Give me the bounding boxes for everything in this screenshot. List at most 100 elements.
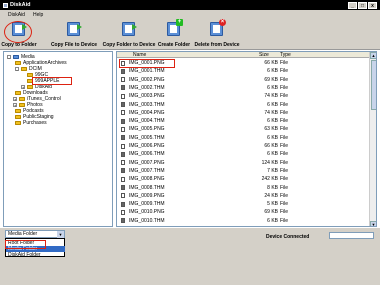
bottom-panel: Media Folder ▼ Root Folder Media Folder … <box>0 228 380 285</box>
device-status-label: Device Connected <box>266 234 310 240</box>
table-row[interactable]: IMG_0005.PNG 63 KB File <box>117 125 376 133</box>
copy-file-to-device-button[interactable]: Copy File to Device <box>47 20 101 49</box>
scroll-down-arrow-icon[interactable]: ▼ <box>370 221 376 226</box>
table-row[interactable]: IMG_0006.THM 6 KB File <box>117 150 376 158</box>
file-type: File <box>280 143 289 149</box>
scroll-up-arrow-icon[interactable]: ▲ <box>370 52 376 59</box>
folder-icon <box>15 121 21 125</box>
window-buttons: _ □ x <box>348 1 377 9</box>
table-row[interactable]: IMG_0010.THM 6 KB File <box>117 217 376 225</box>
table-row[interactable]: IMG_0009.THM 5 KB File <box>117 200 376 208</box>
file-size: 6 KB <box>267 217 278 224</box>
file-name: IMG_0004.PNG <box>129 109 165 116</box>
file-size: 6 KB <box>267 151 278 158</box>
app-icon <box>3 2 8 8</box>
table-row[interactable]: IMG_0005.THM 6 KB File <box>117 134 376 142</box>
file-size: 6 KB <box>267 118 278 125</box>
image-file-icon <box>121 93 125 99</box>
file-name: IMG_0004.THM <box>129 118 165 125</box>
scroll-thumb[interactable] <box>370 60 376 110</box>
highlight-box-list <box>119 59 175 68</box>
table-row[interactable]: IMG_0010.PNG 69 KB File <box>117 208 376 216</box>
file-size: 7 KB <box>267 167 278 174</box>
option-diskaid-folder[interactable]: DiskAid Folder <box>6 252 65 258</box>
folder-icon <box>15 61 21 65</box>
column-header-size[interactable]: Size <box>259 52 269 58</box>
create-folder-icon: + <box>166 19 183 37</box>
tree-item-label: Purchases <box>23 120 47 126</box>
table-row[interactable]: IMG_0009.PNG 24 KB File <box>117 192 376 200</box>
table-row[interactable]: IMG_0002.THM 6 KB File <box>117 84 376 92</box>
highlight-circle <box>4 21 32 43</box>
expand-icon[interactable]: + <box>13 97 17 102</box>
folder-combo-value: Media Folder <box>8 231 38 237</box>
file-size: 242 KB <box>261 176 278 183</box>
thumbnail-file-icon <box>121 218 125 224</box>
table-row[interactable]: IMG_0007.THM 7 KB File <box>117 167 376 175</box>
vertical-scrollbar[interactable]: ▲ ▼ <box>369 52 376 226</box>
file-type: File <box>280 68 289 75</box>
dropdown-arrow-icon[interactable]: ▼ <box>57 231 64 238</box>
collapse-icon[interactable]: - <box>7 55 11 60</box>
menu-help[interactable]: Help <box>33 12 43 18</box>
file-list[interactable]: Name Size Type IMG_0001.PNG 66 KB File IMG_… <box>116 51 377 227</box>
copy-file-to-device-icon <box>66 20 82 37</box>
file-type: File <box>280 118 289 125</box>
file-type: File <box>280 76 289 83</box>
file-name: IMG_0010.PNG <box>129 209 165 216</box>
close-button[interactable]: x <box>368 1 377 9</box>
table-row[interactable]: IMG_0003.PNG 74 KB File <box>117 92 376 100</box>
copy-file-to-device-label: Copy File to Device <box>50 42 98 48</box>
expand-icon[interactable]: + <box>21 85 25 90</box>
file-name: IMG_0009.THM <box>129 201 165 208</box>
file-size: 66 KB <box>264 143 278 149</box>
file-type: File <box>280 151 289 158</box>
table-row[interactable]: IMG_0006.PNG 66 KB File <box>117 142 376 150</box>
copy-folder-to-device-button[interactable]: Copy Folder to Device <box>103 20 155 49</box>
folder-icon <box>21 67 27 71</box>
table-row[interactable]: IMG_0007.PNG 124 KB File <box>117 159 376 167</box>
maximize-button[interactable]: □ <box>358 1 367 9</box>
expand-icon[interactable]: + <box>13 103 17 108</box>
menu-diskaid[interactable]: DiskAid <box>8 12 25 18</box>
table-row[interactable]: IMG_0003.THM 6 KB File <box>117 101 376 109</box>
delete-from-device-icon: × <box>209 19 226 37</box>
image-file-icon <box>121 176 125 182</box>
image-file-icon <box>121 77 125 83</box>
list-header: Name Size Type <box>117 52 376 58</box>
column-header-type[interactable]: Type <box>280 52 291 58</box>
file-name: IMG_0002.PNG <box>129 76 165 83</box>
thumbnail-file-icon <box>121 168 125 174</box>
file-size: 74 KB <box>264 109 278 116</box>
create-folder-button[interactable]: + Create Folder <box>157 19 191 49</box>
file-size: 6 KB <box>267 101 278 108</box>
file-name: IMG_0007.PNG <box>129 159 165 166</box>
file-type: File <box>280 209 289 216</box>
collapse-icon[interactable]: - <box>15 67 19 72</box>
minimize-button[interactable]: _ <box>348 1 357 9</box>
file-size: 8 KB <box>267 184 278 191</box>
thumbnail-file-icon <box>121 68 125 74</box>
table-row[interactable]: IMG_0008.PNG 242 KB File <box>117 175 376 183</box>
highlight-box-tree <box>32 77 72 85</box>
folder-icon <box>15 91 21 95</box>
image-file-icon <box>121 143 125 149</box>
file-name: IMG_0009.PNG <box>129 192 165 199</box>
table-row[interactable]: IMG_0001.THM 6 KB File <box>117 67 376 75</box>
column-header-name[interactable]: Name <box>133 52 146 58</box>
window-title-area: DiskAid <box>3 2 30 8</box>
thumbnail-file-icon <box>121 185 125 190</box>
file-name: IMG_0002.THM <box>129 84 165 91</box>
window-title: DiskAid <box>10 2 31 8</box>
file-name: IMG_0006.PNG <box>129 143 165 149</box>
folder-combo[interactable]: Media Folder ▼ <box>5 230 65 238</box>
media-folder-icon <box>13 55 19 59</box>
table-row[interactable]: IMG_0002.PNG 69 KB File <box>117 76 376 84</box>
table-row[interactable]: IMG_0004.PNG 74 KB File <box>117 109 376 117</box>
file-name: IMG_0003.PNG <box>129 93 165 100</box>
tree-item-purchases[interactable]: Purchases <box>15 120 47 126</box>
file-type: File <box>280 176 289 183</box>
table-row[interactable]: IMG_0004.THM 6 KB File <box>117 117 376 125</box>
delete-from-device-button[interactable]: × Delete from Device <box>192 19 242 49</box>
table-row[interactable]: IMG_0008.THM 8 KB File <box>117 184 376 192</box>
